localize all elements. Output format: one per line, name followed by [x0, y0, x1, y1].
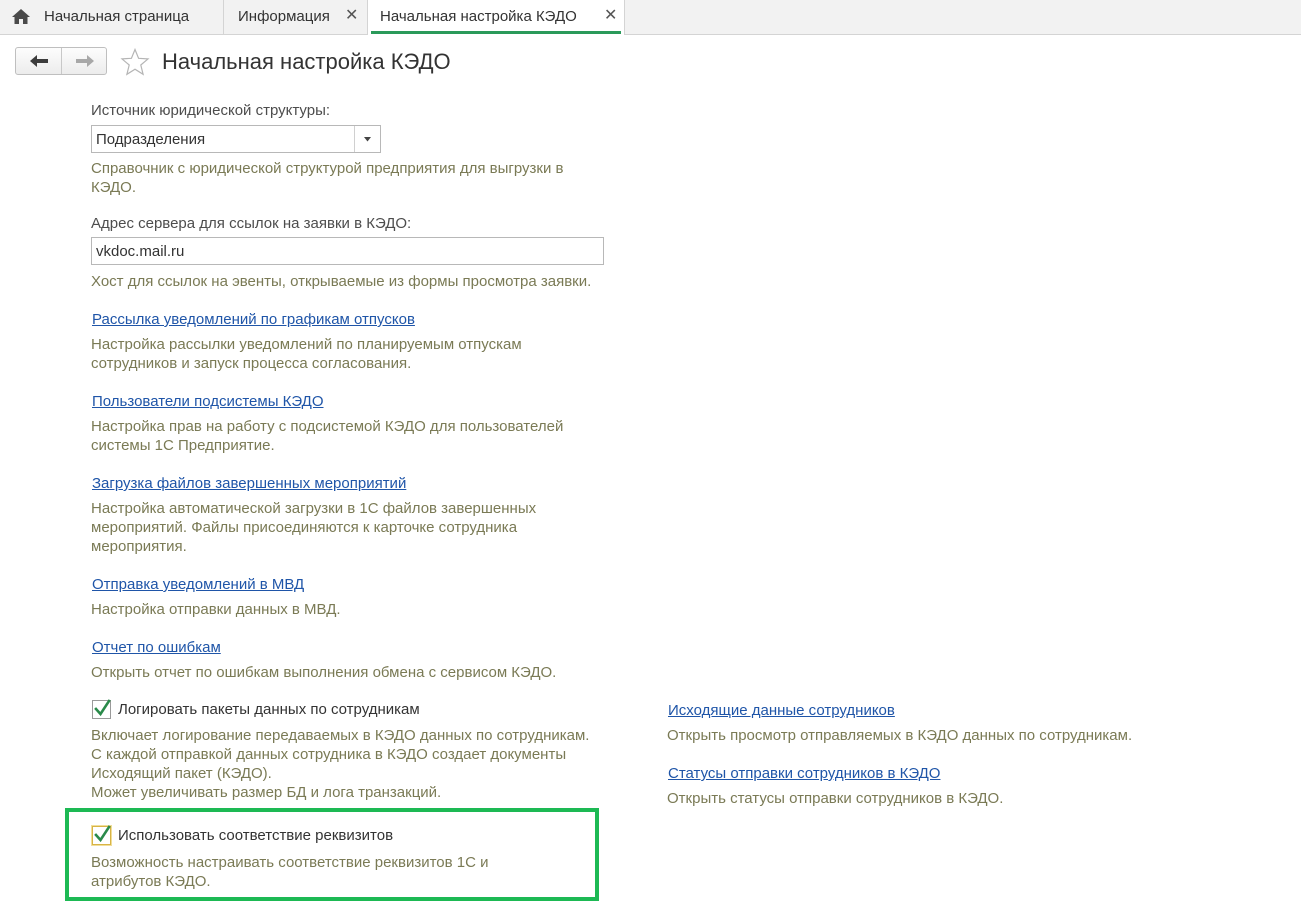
link-subsystem-users[interactable]: Пользователи подсистемы КЭДО — [92, 392, 324, 411]
forward-button[interactable] — [62, 48, 107, 74]
server-label: Адрес сервера для ссылок на заявки в КЭД… — [91, 215, 412, 232]
link-mvd-notifications[interactable]: Отправка уведомлений в МВД — [92, 575, 304, 594]
tab-home-label: Начальная страница — [44, 8, 190, 25]
use-mapping-label[interactable]: Использовать соответствие реквизитов — [118, 826, 393, 845]
link-hint: Настройка автоматической загрузки в 1С ф… — [91, 500, 537, 517]
navigation-buttons — [15, 47, 107, 75]
log-packets-hint: Исходящий пакет (КЭДО). — [91, 765, 272, 782]
link-employee-send-statuses[interactable]: Статусы отправки сотрудников в КЭДО — [668, 764, 940, 783]
tab-info[interactable]: Информация ✕ — [224, 0, 367, 34]
link-error-report[interactable]: Отчет по ошибкам — [92, 638, 221, 657]
log-packets-checkbox[interactable] — [92, 699, 111, 719]
link-hint: Настройка прав на работу с подсистемой К… — [91, 418, 564, 435]
link-hint: Открыть статусы отправки сотрудников в К… — [667, 790, 1004, 807]
checkmark-icon — [94, 825, 111, 843]
chevron-down-icon — [364, 137, 371, 142]
use-mapping-hint: Возможность настраивать соответствие рек… — [91, 854, 489, 871]
tab-separator — [624, 0, 625, 34]
log-packets-hint: Включает логирование передаваемых в КЭДО… — [91, 727, 590, 744]
close-icon[interactable]: ✕ — [604, 7, 617, 25]
log-packets-hint: С каждой отправкой данных сотрудника в К… — [91, 746, 567, 763]
home-icon — [12, 9, 30, 24]
link-hint: Открыть отчет по ошибкам выполнения обме… — [91, 664, 557, 681]
tab-initial-setup-label: Начальная настройка КЭДО — [380, 8, 577, 25]
server-input[interactable] — [91, 237, 604, 265]
link-vacation-notifications[interactable]: Рассылка уведомлений по графикам отпуско… — [92, 310, 415, 329]
link-hint: Открыть просмотр отправляемых в КЭДО дан… — [667, 727, 1133, 744]
link-load-event-files[interactable]: Загрузка файлов завершенных мероприятий — [92, 474, 406, 493]
server-hint: Хост для ссылок на эвенты, открываемые и… — [91, 273, 592, 290]
link-outgoing-employee-data[interactable]: Исходящие данные сотрудников — [668, 701, 895, 720]
log-packets-label[interactable]: Логировать пакеты данных по сотрудникам — [118, 700, 420, 719]
dropdown-button[interactable] — [354, 126, 380, 152]
close-icon[interactable]: ✕ — [345, 7, 358, 25]
active-tab-indicator — [371, 31, 621, 34]
favorite-star-icon[interactable] — [120, 48, 150, 76]
source-select[interactable]: Подразделения — [91, 125, 381, 153]
use-mapping-hint: атрибутов КЭДО. — [91, 873, 211, 890]
source-hint: Справочник с юридической структурой пред… — [91, 160, 564, 177]
back-button[interactable] — [16, 48, 61, 74]
tab-info-label: Информация — [238, 8, 330, 25]
page-title: Начальная настройка КЭДО — [162, 49, 451, 74]
tab-home[interactable]: Начальная страница — [0, 0, 223, 34]
checkmark-icon — [94, 699, 111, 717]
tab-initial-setup[interactable]: Начальная настройка КЭДО ✕ — [368, 0, 624, 35]
log-packets-hint: Может увеличивать размер БД и лога транз… — [91, 784, 442, 801]
link-hint: сотрудников и запуск процесса согласован… — [91, 355, 412, 372]
arrow-left-icon — [30, 55, 48, 67]
link-hint: мероприятия. — [91, 538, 187, 555]
source-select-value: Подразделения — [96, 131, 206, 148]
tab-bar: Начальная страница Информация ✕ Начальна… — [0, 0, 1301, 35]
link-hint: системы 1С Предприятие. — [91, 437, 275, 454]
source-label: Источник юридической структуры: — [91, 102, 331, 119]
link-hint: Настройка рассылки уведомлений по планир… — [91, 336, 522, 353]
link-hint: мероприятий. Файлы присоединяются к карт… — [91, 519, 518, 536]
link-hint: Настройка отправки данных в МВД. — [91, 601, 341, 618]
source-hint: КЭДО. — [91, 179, 137, 196]
arrow-right-icon — [76, 55, 94, 67]
use-mapping-checkbox[interactable] — [92, 825, 111, 845]
